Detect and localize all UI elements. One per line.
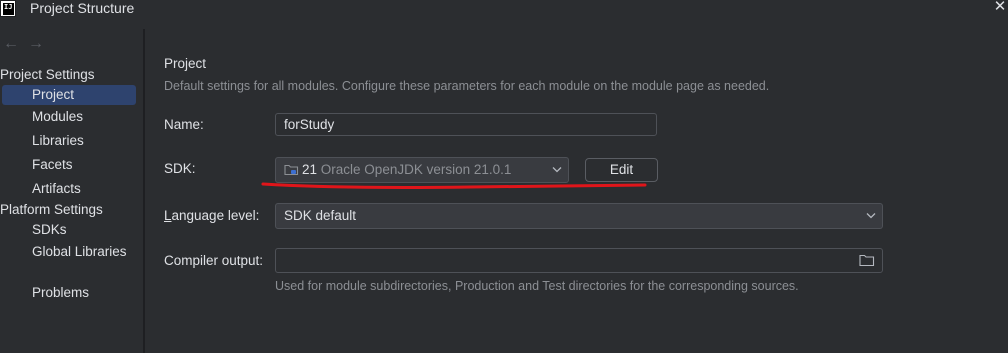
folder-icon [284,164,299,176]
sidebar-item-facets[interactable]: Facets [2,155,136,175]
sidebar-item-problems[interactable]: Problems [2,283,136,303]
chevron-down-icon [866,213,876,219]
page-description: Default settings for all modules. Config… [164,79,770,93]
sidebar-item-global-libraries[interactable]: Global Libraries [2,242,136,262]
sdk-name: Oracle OpenJDK version 21.0.1 [320,162,512,177]
window-title: Project Structure [30,0,135,16]
sdk-label: SDK: [164,161,196,176]
language-level-select[interactable]: SDK default [275,203,883,229]
sidebar-item-artifacts[interactable]: Artifacts [2,179,136,199]
page-title: Project [164,56,207,71]
sidebar-item-libraries[interactable]: Libraries [2,131,136,151]
folder-icon[interactable] [859,254,875,267]
sidebar-item-sdks[interactable]: SDKs [2,220,136,240]
title-bar: IJ Project Structure ✕ [0,0,1008,29]
compiler-output-hint: Used for module subdirectories, Producti… [275,279,799,293]
sidebar: ← → Project Settings Project Modules Lib… [0,29,144,353]
arrow-right-icon[interactable]: → [28,36,44,52]
close-icon[interactable]: ✕ [992,0,1008,16]
intellij-logo-icon: IJ [0,0,16,17]
edit-sdk-button[interactable]: Edit [585,158,658,182]
sidebar-item-modules[interactable]: Modules [2,107,136,127]
name-field[interactable]: forStudy [275,113,657,136]
main-panel: Project Default settings for all modules… [145,29,1008,353]
name-value: forStudy [284,117,335,132]
sdk-select[interactable]: 21 Oracle OpenJDK version 21.0.1 [275,157,569,183]
language-level-value: SDK default [284,208,357,223]
group-header-platform-settings: Platform Settings [0,202,103,217]
sdk-version: 21 [302,162,318,177]
language-level-label: Language level: [164,208,259,223]
compiler-output-field[interactable] [275,248,883,273]
name-label: Name: [164,117,204,132]
sdk-selected-value: 21 Oracle OpenJDK version 21.0.1 [284,158,511,182]
chevron-down-icon [552,167,562,173]
sidebar-item-project[interactable]: Project [2,85,136,105]
logo-text: IJ [3,3,14,15]
language-level-mnemonic: L [164,208,172,223]
language-level-label-text: anguage level: [171,208,260,223]
arrow-left-icon[interactable]: ← [3,36,19,52]
group-header-project-settings: Project Settings [0,67,95,82]
compiler-output-label: Compiler output: [164,253,264,268]
